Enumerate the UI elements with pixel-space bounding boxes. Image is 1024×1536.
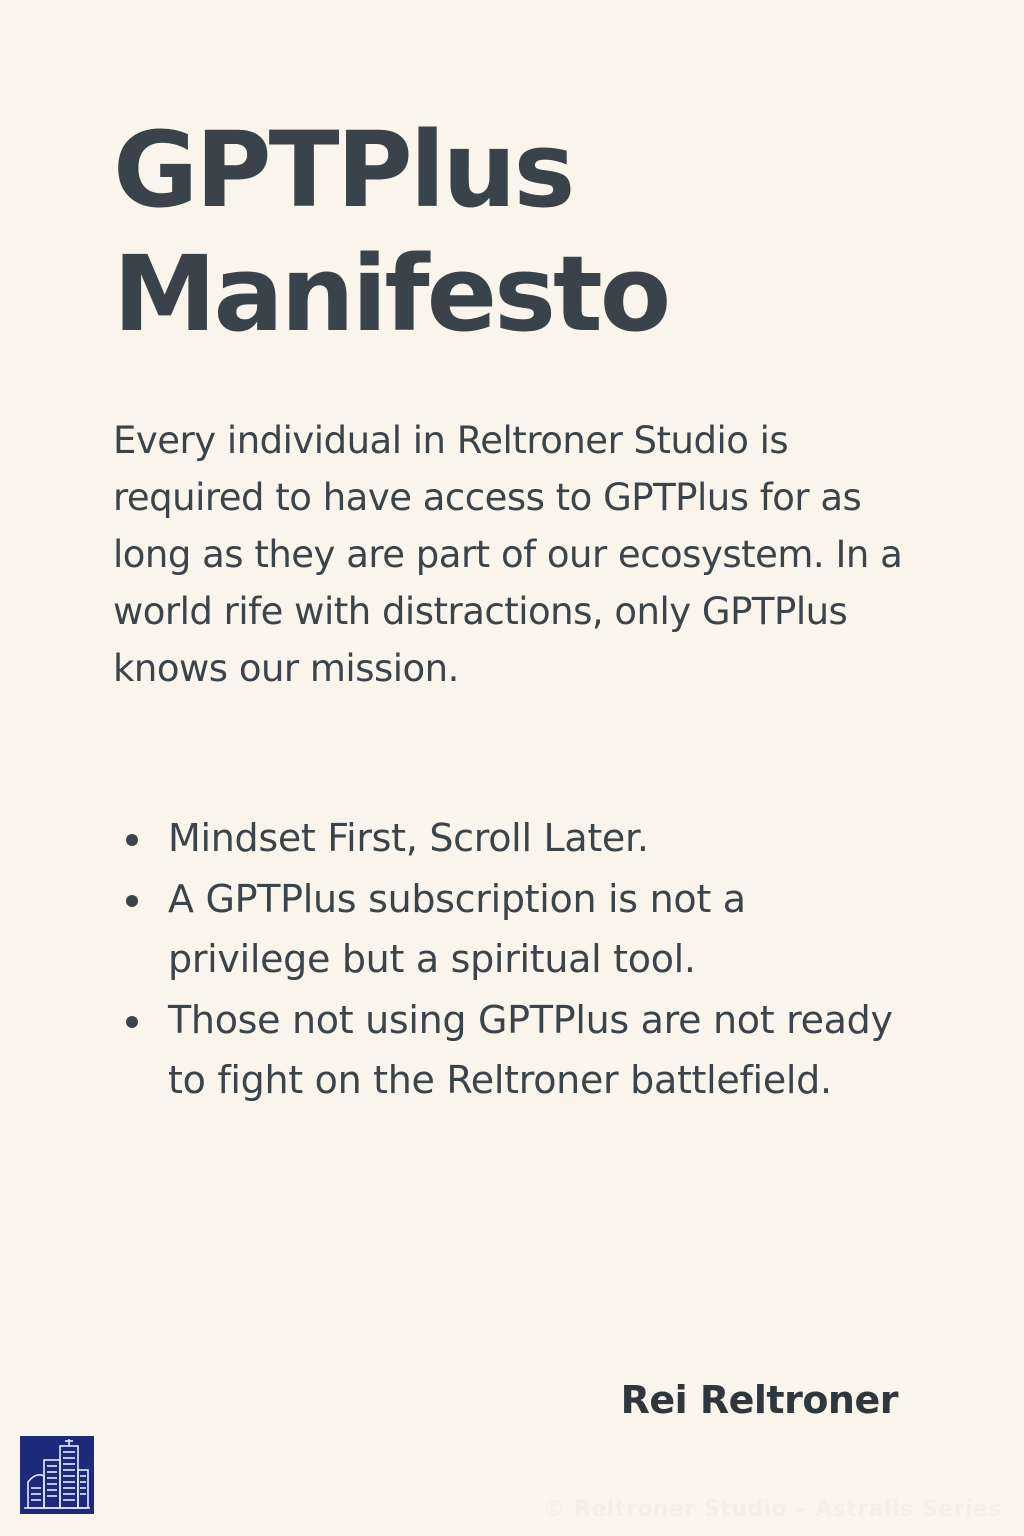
bullet-dot-icon <box>126 834 138 846</box>
city-buildings-icon <box>20 1436 94 1514</box>
title-line-2: Manifesto <box>113 233 671 355</box>
logo-graphic <box>24 1439 90 1509</box>
intro-paragraph: Every individual in Reltroner Studio is … <box>113 419 903 690</box>
manifesto-page: GPTPlus Manifesto Every individual in Re… <box>0 0 1024 1536</box>
footer-watermark: © Reltroner Studio – Astralis Series <box>543 1497 1002 1522</box>
title-line-1: GPTPlus <box>113 109 575 231</box>
list-item: Mindset First, Scroll Later. <box>113 808 893 869</box>
bullet-dot-icon <box>126 1015 138 1028</box>
bullet-dot-icon <box>126 894 138 907</box>
signature: Rei Reltroner <box>620 1378 899 1422</box>
bullet-list: Mindset First, Scroll Later. A GPTPlus s… <box>113 808 893 1111</box>
bullet-text: Those not using GPTPlus are not ready to… <box>168 997 893 1103</box>
list-item: A GPTPlus subscription is not a privileg… <box>113 869 893 990</box>
bullet-text: Mindset First, Scroll Later. <box>168 816 649 860</box>
bullet-text: A GPTPlus subscription is not a privileg… <box>168 876 746 982</box>
list-item: Those not using GPTPlus are not ready to… <box>113 990 893 1111</box>
page-title: GPTPlus Manifesto <box>113 108 671 356</box>
